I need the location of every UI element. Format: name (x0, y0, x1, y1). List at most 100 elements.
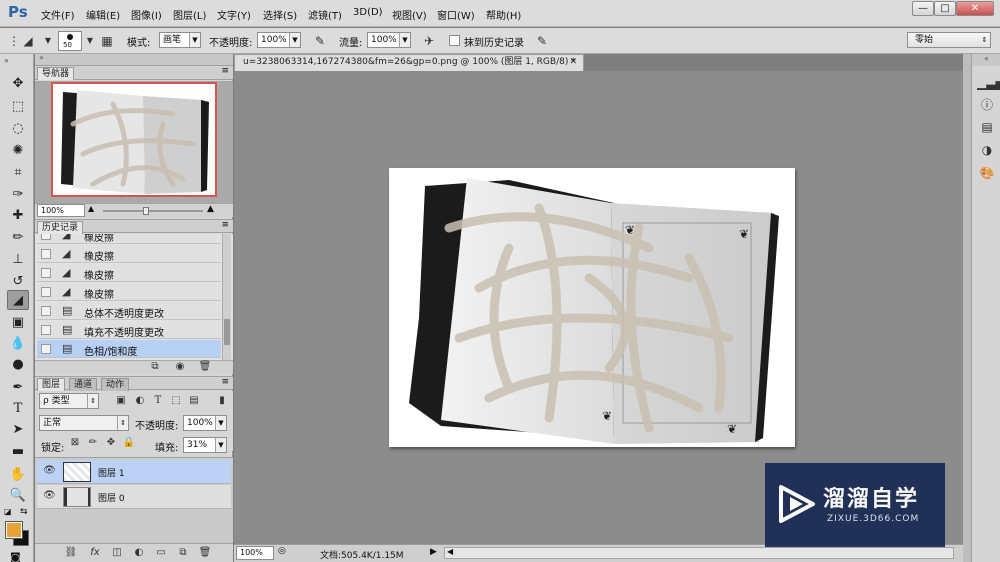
history-item[interactable]: ◢ 橡皮擦 (37, 245, 221, 263)
minimize-button[interactable]: — (912, 1, 934, 16)
history-snapshot-checkbox[interactable] (41, 306, 51, 316)
blend-mode-select[interactable]: 正常 ⇕ (39, 415, 129, 431)
history-item[interactable]: ◢ 橡皮擦 (37, 264, 221, 282)
panel-menu-icon[interactable]: ≡ (221, 377, 229, 387)
lock-image-icon[interactable]: ✏ (85, 435, 101, 451)
flow-input[interactable]: 100% ▼ (367, 32, 411, 48)
tab-channels[interactable]: 通道 (69, 378, 98, 391)
panel-menu-icon[interactable]: ≡ (221, 220, 229, 230)
navigator-zoom-input[interactable]: 100% (37, 204, 85, 217)
eraser-tool-preset-icon[interactable]: ◢ (18, 32, 38, 50)
airbrush-icon[interactable]: ✈ (419, 32, 439, 50)
horizontal-scrollbar[interactable]: ◀ (444, 547, 954, 559)
crop-tool-icon[interactable]: ⌗ (7, 163, 29, 183)
opacity-input[interactable]: 100% ▼ (257, 32, 301, 48)
menu-type[interactable]: 文字(Y) (217, 7, 251, 22)
status-info-icon[interactable]: ◎ (278, 546, 286, 556)
new-layer-icon[interactable]: ⧉ (175, 545, 191, 561)
tab-history[interactable]: 历史记录 (37, 221, 84, 234)
menu-window[interactable]: 窗口(W) (437, 7, 475, 22)
camera-icon[interactable]: ◉ (172, 359, 188, 375)
menu-file[interactable]: 文件(F) (41, 7, 75, 22)
navigator-thumbnail[interactable] (51, 82, 217, 197)
histogram-icon[interactable]: ▁▃▅ (977, 74, 1000, 92)
mask-icon[interactable]: ◫ (109, 545, 125, 561)
history-snapshot-checkbox[interactable] (41, 234, 51, 240)
erase-history-checkbox[interactable] (449, 35, 460, 46)
layer-row[interactable]: 👁 图层 1 (37, 460, 231, 484)
filter-adjustment-icon[interactable]: ◐ (132, 393, 148, 409)
layer-row[interactable]: 👁 图层 0 (37, 485, 231, 509)
menu-filter[interactable]: 滤镜(T) (308, 7, 342, 22)
mode-select[interactable]: 画笔 ▼ (159, 32, 201, 48)
maximize-button[interactable]: □ (934, 1, 956, 16)
adjustment-icon[interactable]: ◐ (131, 545, 147, 561)
properties-icon[interactable]: ▤ (977, 118, 997, 136)
history-brush-tool-icon[interactable]: ↺ (7, 272, 29, 292)
history-snapshot-checkbox[interactable] (41, 287, 51, 297)
history-item[interactable]: ▤ 色相/饱和度 (37, 340, 221, 358)
trash-icon[interactable]: 🗑 (197, 545, 213, 561)
collapse-arrows-icon[interactable]: » (39, 53, 44, 62)
brush-panel-toggle-icon[interactable]: ▦ (97, 32, 117, 50)
filter-pixel-icon[interactable]: ▣ (113, 393, 129, 409)
pen-tool-icon[interactable]: ✒ (7, 378, 29, 398)
marquee-tool-icon[interactable]: ⬚ (7, 97, 29, 117)
history-scroll-thumb[interactable] (224, 319, 230, 345)
collapse-arrows-icon[interactable]: » (4, 56, 9, 65)
scroll-left-icon[interactable]: ◀ (447, 547, 453, 556)
default-colors-icon[interactable]: ◪ (4, 507, 12, 516)
foreground-color-swatch[interactable] (5, 521, 23, 539)
tab-navigator[interactable]: 导航器 (37, 67, 75, 80)
history-snapshot-checkbox[interactable] (41, 344, 51, 354)
close-button[interactable]: ✕ (956, 1, 994, 16)
panel-menu-icon[interactable]: ≡ (221, 66, 229, 76)
menu-edit[interactable]: 编辑(E) (86, 7, 120, 22)
image-canvas[interactable]: ❦ ❦ ❦ ❦ (389, 168, 795, 447)
folder-icon[interactable]: ▭ (153, 545, 169, 561)
history-item[interactable]: ◢ 橡皮擦 (37, 283, 221, 301)
menu-3d[interactable]: 3D(D) (353, 7, 383, 18)
pressure-opacity-icon[interactable]: ✎ (310, 32, 330, 50)
gradient-tool-icon[interactable]: ▣ (7, 313, 29, 333)
chevron-down-icon[interactable]: ▼ (38, 32, 58, 50)
brush-preview[interactable]: 50 (58, 31, 82, 51)
tab-layers[interactable]: 图层 (37, 378, 66, 391)
history-snapshot-checkbox[interactable] (41, 268, 51, 278)
filter-type-icon[interactable]: T (150, 393, 166, 409)
workspace-select[interactable]: 零始 ⇕ (907, 32, 991, 48)
swap-colors-icon[interactable]: ⇆ (20, 507, 28, 517)
fill-input[interactable]: 31% ▼ (183, 437, 227, 453)
history-snapshot-checkbox[interactable] (41, 325, 51, 335)
pressure-size-icon[interactable]: ✎ (532, 32, 552, 50)
lock-all-icon[interactable]: 🔒 (121, 435, 137, 451)
healing-brush-tool-icon[interactable]: ✚ (7, 206, 29, 226)
vertical-scrollbar[interactable] (963, 54, 971, 562)
history-item[interactable]: ◢ 橡皮擦 (37, 234, 221, 244)
layer-kind-filter[interactable]: ρ 类型 ⇕ (39, 393, 99, 409)
history-scrollbar[interactable] (222, 234, 231, 360)
zoom-tool-icon[interactable]: 🔍 (7, 486, 29, 506)
blur-tool-icon[interactable]: 💧 (7, 334, 29, 354)
type-tool-icon[interactable]: T (7, 399, 29, 419)
menu-help[interactable]: 帮助(H) (486, 7, 521, 22)
clone-stamp-tool-icon[interactable]: ⊥ (7, 250, 29, 270)
close-tab-icon[interactable]: ✕ (569, 55, 577, 70)
filter-smart-object-icon[interactable]: ▤ (186, 393, 202, 409)
history-snapshot-checkbox[interactable] (41, 249, 51, 259)
history-item[interactable]: ▤ 总体不透明度更改 (37, 302, 221, 320)
lasso-tool-icon[interactable]: ◌ (7, 119, 29, 139)
filter-toggle-icon[interactable]: ▮ (214, 393, 230, 409)
collapse-arrows-icon[interactable]: « (972, 54, 1000, 66)
tab-actions[interactable]: 动作 (101, 378, 130, 391)
document-tab[interactable]: u=3238063314,167274380&fm=26&gp=0.png @ … (234, 54, 584, 71)
status-menu-arrow-icon[interactable]: ▶ (430, 547, 437, 557)
menu-image[interactable]: 图像(I) (131, 7, 162, 22)
info-icon[interactable]: ⓘ (977, 96, 997, 114)
color-icon[interactable]: ◑ (977, 141, 997, 159)
eye-icon[interactable]: 👁 (43, 490, 56, 501)
trash-icon[interactable]: 🗑 (197, 359, 213, 375)
eyedropper-tool-icon[interactable]: ✑ (7, 185, 29, 205)
path-select-tool-icon[interactable]: ➤ (7, 420, 29, 440)
new-document-from-state-icon[interactable]: ⧉ (147, 359, 163, 375)
